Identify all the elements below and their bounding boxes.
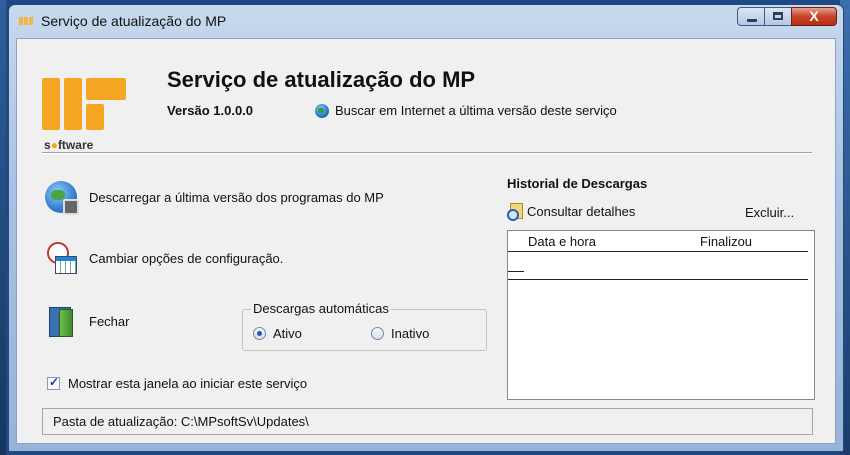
delete-button[interactable]: Excluir... xyxy=(745,205,794,220)
consult-details-label: Consultar detalhes xyxy=(527,203,636,219)
column-header-finished[interactable]: Finalizou xyxy=(700,234,752,249)
close-label: Fechar xyxy=(89,313,130,329)
radio-inativo[interactable]: Inativo xyxy=(371,326,429,341)
history-title: Historial de Descargas xyxy=(507,176,648,191)
search-update-label: Buscar em Internet a última versão deste… xyxy=(335,103,617,118)
consult-details-button[interactable]: Consultar detalhes xyxy=(507,203,636,221)
window-controls: X xyxy=(737,7,837,26)
radio-ativo[interactable]: Ativo xyxy=(253,326,302,341)
radio-inativo-label: Inativo xyxy=(391,326,430,341)
list-empty-row xyxy=(508,251,808,280)
maximize-button[interactable] xyxy=(764,7,792,26)
status-bar: Pasta de atualização: C:\MPsoftSv\Update… xyxy=(42,408,813,435)
auto-downloads-group: Descargas automáticas Ativo Inativo xyxy=(242,301,487,351)
show-on-start-checkbox[interactable]: Mostrar esta janela ao iniciar este serv… xyxy=(47,375,308,391)
change-config-label: Cambiar opções de configuração. xyxy=(89,250,284,266)
app-icon xyxy=(19,15,35,27)
download-globe-icon xyxy=(45,181,79,215)
app-title: Serviço de atualização do MP xyxy=(167,67,476,92)
title-bar[interactable]: Serviço de atualização do MP X xyxy=(9,5,843,39)
desktop-background-left xyxy=(0,0,6,455)
update-folder-path: Pasta de atualização: C:\MPsoftSv\Update… xyxy=(53,414,309,429)
auto-downloads-legend: Descargas automáticas xyxy=(251,301,391,316)
close-icon: X xyxy=(809,8,819,24)
list-header: Data e hora Finalizou xyxy=(508,231,808,252)
close-window-button[interactable]: X xyxy=(791,7,837,26)
radio-ativo-indicator[interactable] xyxy=(253,327,266,340)
list-row-marker xyxy=(508,271,524,272)
globe-icon xyxy=(315,103,329,118)
window-client-area: s●ftware Serviço de atualização do MP Ve… xyxy=(16,38,836,444)
download-history-list[interactable]: Data e hora Finalizou xyxy=(507,230,815,400)
config-schedule-icon xyxy=(45,242,77,274)
close-action[interactable]: Fechar xyxy=(45,305,129,337)
change-config-action[interactable]: Cambiar opções de configuração. xyxy=(45,242,283,274)
header-divider xyxy=(42,152,812,154)
minimize-button[interactable] xyxy=(737,7,765,26)
minimize-icon xyxy=(747,19,757,22)
details-magnifier-icon xyxy=(507,203,523,221)
download-latest-action[interactable]: Descarregar a última versão dos programa… xyxy=(45,181,384,215)
exit-door-icon xyxy=(45,305,77,337)
checkbox-checked-icon[interactable] xyxy=(47,375,60,390)
radio-ativo-label: Ativo xyxy=(273,326,302,341)
window-title: Serviço de atualização do MP xyxy=(41,13,227,29)
show-on-start-label: Mostrar esta janela ao iniciar este serv… xyxy=(68,376,308,391)
download-latest-label: Descarregar a última versão dos programa… xyxy=(89,189,384,205)
column-header-date[interactable]: Data e hora xyxy=(528,234,596,249)
search-update-link[interactable]: Buscar em Internet a última versão deste… xyxy=(315,103,617,118)
logo-wordmark: s●ftware xyxy=(44,138,94,152)
main-window: Serviço de atualização do MP X s●ftware … xyxy=(8,4,844,452)
mp-software-logo: s●ftware xyxy=(42,72,137,156)
maximize-icon xyxy=(773,12,783,20)
version-label: Versão 1.0.0.0 xyxy=(167,103,254,118)
radio-inativo-indicator[interactable] xyxy=(371,327,384,340)
